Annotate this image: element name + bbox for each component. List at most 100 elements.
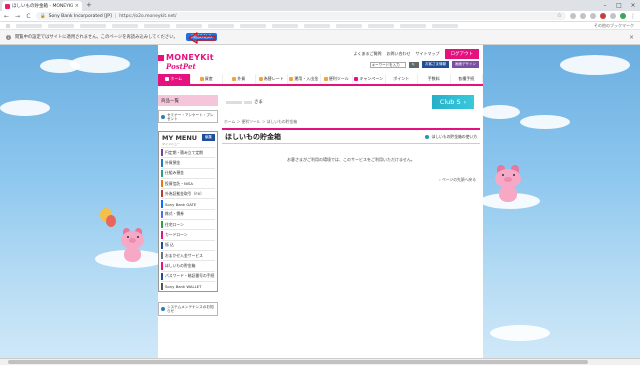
reload-infobar: i 閲覧中の設定ではサイトに適用されません。このページを再読み込みしてください。… [0,30,640,45]
nav-foreign[interactable]: 外貨 [223,74,256,84]
bookmark-item[interactable] [48,23,74,28]
menu-item[interactable]: パスワード・暗証番号の手続 [161,270,215,281]
back-icon[interactable]: ← [3,13,10,20]
url-field[interactable]: 🔒 Sony Bank Incorporated [JP] | https://… [36,12,566,20]
menu-item[interactable]: Sony Bank GATE [161,198,215,209]
faq-link[interactable]: よくあるご質問 [354,51,382,57]
campaign-icon [354,77,359,81]
new-tab-button[interactable]: + [86,1,92,10]
bookmark-item[interactable] [112,23,138,28]
nav-home[interactable]: ホーム [158,74,191,84]
menu-item[interactable]: 投資信託・NISA [161,177,215,188]
extension-icon[interactable] [570,13,576,19]
window-controls: – □ × [598,0,640,11]
bookmark-item[interactable] [240,23,266,28]
menu-item[interactable]: 外為証拠金取引（FX） [161,188,215,198]
nav-points[interactable]: ポイント [386,74,418,84]
how-to-label: ほしいもの貯金箱の使い方 [431,133,477,139]
bookmark-item[interactable] [176,23,202,28]
close-window-icon[interactable]: × [626,0,640,11]
extension-icon[interactable] [610,13,616,19]
favicon-icon [5,3,10,9]
extension-icon[interactable] [600,13,606,19]
bookmark-item[interactable] [368,23,394,28]
screen-design-button[interactable]: 画面デザイン [452,61,479,68]
bookmark-item[interactable] [400,23,426,28]
bookmark-item[interactable] [80,23,106,28]
nav-rate[interactable]: 為替レート [256,74,288,84]
menu-item[interactable]: 振 込 [161,239,215,250]
bookmark-item[interactable] [144,23,170,28]
forward-icon[interactable]: → [14,13,21,20]
site-identity: Sony Bank Incorporated [JP] [48,13,112,19]
edit-menu-button[interactable]: 編集 [202,134,215,141]
customer-info-button[interactable]: お客さま情報 [422,61,449,68]
bookmarks-bar: その他のブックマーク [0,22,640,30]
assets-icon [199,77,204,81]
logout-button[interactable]: ログアウト [444,49,479,59]
nav-label: 各種手続 [458,76,475,81]
other-bookmarks[interactable]: その他のブックマーク [594,23,634,29]
contact-link[interactable]: お問い合わせ [387,51,411,57]
system-maintenance-label: システムメンテナンスのお知らせ [167,305,214,314]
menu-item[interactable]: 仕組み預金 [161,167,215,178]
page-title-bar: ほしいもの貯金箱 ほしいもの貯金箱の使い方 [222,128,480,144]
bookmark-item[interactable] [304,23,330,28]
bookmark-item[interactable] [272,23,298,28]
menu-kebab-icon[interactable]: ⋮ [630,13,636,20]
nav-deposit[interactable]: 運用・入出金 [288,74,321,84]
menu-item[interactable]: 円定期・積み立て定期 [161,147,215,157]
nav-campaign[interactable]: キャンペーン [353,74,386,84]
how-to-link[interactable]: ほしいもの貯金箱の使い方 [425,134,477,140]
sitemap-link[interactable]: サイトマップ [416,51,440,57]
my-menu-title: MY MENU マイメニュー [162,134,198,146]
bookmark-star-icon[interactable]: ☆ [557,12,562,19]
nav-assets[interactable]: 資産 [191,74,223,84]
menu-item[interactable]: カードローン [161,229,215,239]
maximize-icon[interactable]: □ [612,0,626,11]
search-icon[interactable]: 🔍 [408,61,419,68]
moneykit-logo[interactable]: MONEYKit PostPet [158,53,214,71]
menu-item[interactable]: 株式・債券 [161,208,215,219]
user-name-redacted [226,101,242,104]
bookmark-item[interactable] [16,23,42,28]
bookmark-item[interactable] [208,23,234,28]
annotation-arrow-icon [188,32,216,44]
web-page: MONEYKit PostPet よくあるご質問 お問い合わせ サイトマップ ロ… [0,45,640,358]
bookmark-item[interactable] [432,23,458,28]
menu-item[interactable]: ほしいもの貯金箱 [161,260,215,270]
extension-icon[interactable] [580,13,586,19]
menu-item[interactable]: 住宅ローン [161,219,215,229]
nav-fees[interactable]: 手数料 [418,74,451,84]
system-maintenance-link[interactable]: システムメンテナンスのお知らせ [158,302,218,317]
lock-icon: 🔒 [40,13,46,19]
nav-label: 為替レート [263,76,284,81]
extension-icon[interactable] [590,13,596,19]
browser-tab[interactable]: ほしいもの貯金箱 - MONEYKit - ソ × [2,1,82,11]
header-tools: キーワードを入力 🔍 お客さま情報 画面デザイン [369,61,479,68]
search-input[interactable]: キーワードを入力 [369,61,406,68]
left-sidebar: 商品一覧 セミナー・アンケート・プレゼント MY MENU マイメニュー 編集 円… [158,91,220,317]
menu-item[interactable]: おまかせ入金サービス [161,249,215,260]
nav-tools[interactable]: 便利ツール [321,74,353,84]
back-to-top-link[interactable]: › ページの先頭へ戻る [222,177,480,183]
nav-label: 運用・入出金 [294,76,319,81]
nav-procedures[interactable]: 各種手続 [451,74,483,84]
infobar-close-icon[interactable]: × [629,34,634,41]
menu-item[interactable]: 外貨預金 [161,157,215,167]
scrollbar-thumb[interactable] [8,360,588,364]
profile-avatar[interactable] [620,13,626,19]
bookmark-icon[interactable] [6,23,10,28]
arrow-circle-icon [161,307,165,312]
bookmark-item[interactable] [336,23,362,28]
minimize-icon[interactable]: – [598,0,612,11]
seminar-link[interactable]: セミナー・アンケート・プレゼント [158,110,218,123]
club-s-banner[interactable]: Club S › [432,95,474,109]
reload-icon[interactable]: C [25,13,32,20]
tools-icon [323,77,328,81]
menu-item[interactable]: Sony Bank WALLET [161,280,215,291]
horizontal-scrollbar[interactable] [0,358,640,365]
nav-label: 便利ツール [328,76,349,81]
product-list-heading[interactable]: 商品一覧 [158,95,218,106]
tab-close-icon[interactable]: × [75,3,79,9]
